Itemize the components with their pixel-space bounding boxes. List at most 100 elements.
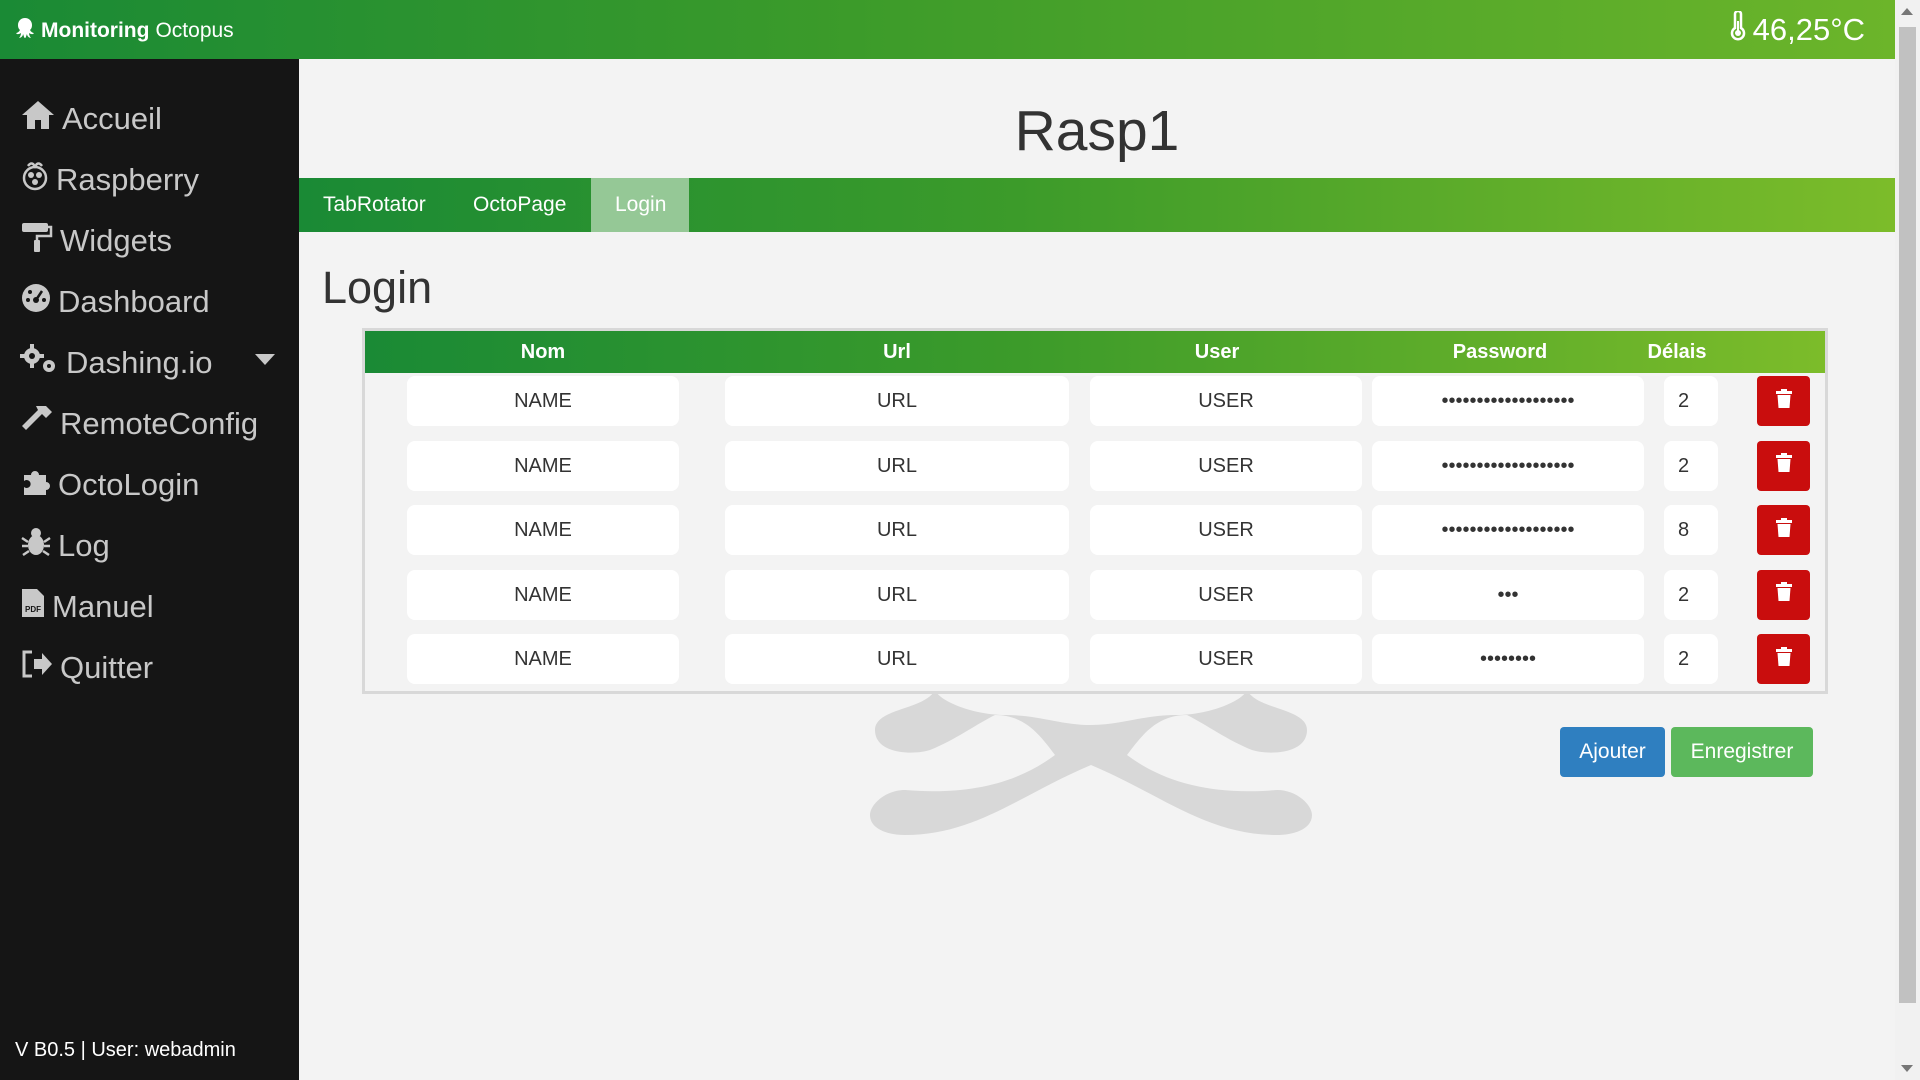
url-input[interactable]: URL <box>725 376 1069 426</box>
table-row: NAME URL USER •••••••• 2 <box>365 634 1825 690</box>
table-row: NAME URL USER ••• 2 <box>365 569 1825 626</box>
user-input[interactable]: USER <box>1090 569 1362 620</box>
add-button[interactable]: Ajouter <box>1560 727 1665 777</box>
password-input[interactable]: ••• <box>1372 569 1644 620</box>
sidebar-item-label: Raspberry <box>56 162 199 197</box>
scroll-down-arrow-icon[interactable] <box>1901 1065 1913 1072</box>
save-button[interactable]: Enregistrer <box>1671 727 1813 777</box>
temperature-readout: 46,25°C <box>1729 9 1865 49</box>
version-user-footer: V B0.5 | User: webadmin <box>15 1039 236 1061</box>
user-input[interactable]: USER <box>1090 440 1362 491</box>
pdf-file-icon: PDF <box>20 587 46 627</box>
table-row: NAME URL USER ••••••••••••••••••• 2 <box>365 440 1825 497</box>
paint-roller-icon <box>20 221 54 261</box>
brand-bold: Monitoring <box>41 19 150 42</box>
brand-rest: Octopus <box>155 19 234 42</box>
sidebar-item-label: Quitter <box>60 650 154 685</box>
password-input[interactable]: ••••••••••••••••••• <box>1372 440 1644 491</box>
trash-icon <box>1775 517 1792 543</box>
delay-input[interactable]: 2 <box>1664 440 1718 491</box>
password-input[interactable]: ••••••••••••••••••• <box>1372 505 1644 555</box>
name-input[interactable]: NAME <box>407 569 679 620</box>
password-input[interactable]: •••••••• <box>1372 634 1644 684</box>
sidebar-item-raspberry[interactable]: Raspberry <box>20 158 199 202</box>
sidebar-item-label: Manuel <box>52 589 154 624</box>
sidebar-item-remoteconfig[interactable]: RemoteConfig <box>20 402 258 446</box>
svg-text:PDF: PDF <box>25 605 41 614</box>
table-row: NAME URL USER ••••••••••••••••••• 8 <box>365 505 1825 561</box>
name-input[interactable]: NAME <box>407 634 679 684</box>
tab-bar: TabRotator OctoPage Login <box>299 178 1895 232</box>
sidebar-item-dashboard[interactable]: Dashboard <box>20 280 210 324</box>
delete-row-button[interactable] <box>1757 376 1810 426</box>
delay-input[interactable]: 2 <box>1664 634 1718 684</box>
name-input[interactable]: NAME <box>407 376 679 426</box>
column-header-nom: Nom <box>520 341 566 363</box>
sidebar-item-manuel[interactable]: PDF Manuel <box>20 585 154 629</box>
name-input[interactable]: NAME <box>407 505 679 555</box>
raspberry-icon <box>20 160 50 200</box>
name-input[interactable]: NAME <box>407 440 679 491</box>
brand[interactable]: Monitoring Octopus <box>15 17 234 45</box>
delete-row-button[interactable] <box>1757 634 1810 684</box>
temperature-value: 46,25°C <box>1752 12 1865 47</box>
sidebar-item-widgets[interactable]: Widgets <box>20 219 172 263</box>
url-input[interactable]: URL <box>725 505 1069 555</box>
column-header-user: User <box>1194 341 1240 363</box>
tab-octopage[interactable]: OctoPage <box>449 178 590 232</box>
trash-icon <box>1775 453 1792 478</box>
scrollbar-thumb[interactable] <box>1899 27 1916 1003</box>
delay-input[interactable]: 2 <box>1664 569 1718 620</box>
puzzle-icon <box>20 465 52 505</box>
sidebar: Accueil Raspberry Widgets Dashboard Dash… <box>0 59 299 1080</box>
trash-icon <box>1775 582 1792 607</box>
scroll-up-arrow-icon[interactable] <box>1901 8 1913 15</box>
sign-out-icon <box>20 648 54 688</box>
sidebar-item-label: Dashing.io <box>66 345 213 380</box>
page-title: Rasp1 <box>1014 99 1180 163</box>
user-input[interactable]: USER <box>1090 505 1362 555</box>
tab-tabrotator[interactable]: TabRotator <box>299 178 450 232</box>
delay-input[interactable]: 2 <box>1664 376 1718 426</box>
thermometer-icon <box>1729 9 1747 49</box>
column-header-url: Url <box>883 341 911 363</box>
dashboard-gauge-icon <box>20 282 52 322</box>
octopus-icon <box>15 17 35 45</box>
column-header-delais: Délais <box>1647 341 1707 363</box>
trash-icon <box>1775 388 1792 414</box>
trash-icon <box>1775 646 1792 672</box>
chevron-down-icon[interactable] <box>255 354 275 365</box>
url-input[interactable]: URL <box>725 634 1069 684</box>
sidebar-item-quitter[interactable]: Quitter <box>20 646 153 690</box>
login-table: Nom Url User Password Délais NAME URL USER… <box>362 328 1828 694</box>
delete-row-button[interactable] <box>1757 505 1810 555</box>
sidebar-item-accueil[interactable]: Accueil <box>20 97 162 141</box>
url-input[interactable]: URL <box>725 569 1069 620</box>
sidebar-item-log[interactable]: Log <box>20 524 110 568</box>
delete-row-button[interactable] <box>1757 440 1810 491</box>
user-input[interactable]: USER <box>1090 634 1362 684</box>
user-input[interactable]: USER <box>1090 376 1362 426</box>
sidebar-item-label: RemoteConfig <box>60 406 259 441</box>
hammer-icon <box>20 404 54 444</box>
delete-row-button[interactable] <box>1757 569 1810 620</box>
sidebar-item-label: Dashboard <box>58 284 210 319</box>
top-bar: Monitoring Octopus 46,25°C <box>0 0 1895 59</box>
column-header-password: Password <box>1452 341 1548 363</box>
sidebar-item-label: Widgets <box>60 223 172 258</box>
octopus-watermark-icon <box>865 690 1317 840</box>
sidebar-item-dashing-io[interactable]: Dashing.io <box>20 341 212 385</box>
sidebar-item-label: OctoLogin <box>58 467 200 502</box>
sidebar-item-octologin[interactable]: OctoLogin <box>20 463 199 507</box>
delay-input[interactable]: 8 <box>1664 505 1718 555</box>
home-icon <box>20 99 56 139</box>
password-input[interactable]: ••••••••••••••••••• <box>1372 376 1644 426</box>
url-input[interactable]: URL <box>725 440 1069 491</box>
table-header: Nom Url User Password Délais <box>365 331 1825 373</box>
scrollbar[interactable] <box>1895 0 1920 1080</box>
sidebar-item-label: Accueil <box>62 101 162 136</box>
bug-icon <box>20 526 52 566</box>
table-row: NAME URL USER ••••••••••••••••••• 2 <box>365 376 1825 432</box>
cogs-icon <box>20 343 60 383</box>
tab-login[interactable]: Login <box>591 178 689 232</box>
